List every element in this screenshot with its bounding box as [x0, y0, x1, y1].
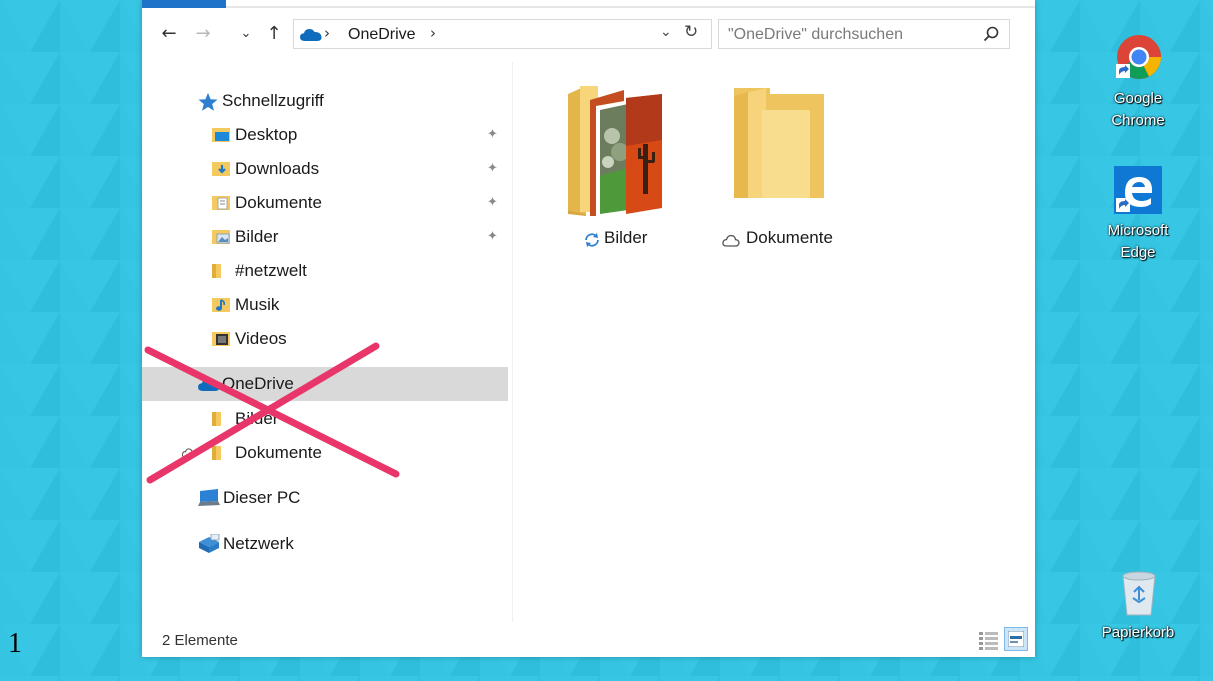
computer-icon [198, 489, 220, 506]
sidebar-item-label: Dokumente [235, 443, 322, 462]
refresh-button[interactable]: ↻ [684, 22, 698, 42]
large-icons-view-button[interactable] [1004, 627, 1028, 651]
item-count: 2 Elemente [162, 632, 238, 649]
chrome-icon [1116, 35, 1161, 79]
sidebar-item-label: Downloads [235, 159, 320, 178]
address-history-dropdown[interactable]: ⌄ [660, 24, 672, 40]
pictures-folder-icon [212, 230, 230, 244]
desktop-icon-recycle-bin[interactable]: Papierkorb [1088, 570, 1188, 650]
desktop-icon-chrome[interactable]: Google Chrome [1088, 30, 1188, 140]
up-button[interactable]: ↑ [262, 22, 286, 46]
onedrive-cloud-icon [300, 29, 322, 41]
sidebar-item-label: Desktop [235, 125, 298, 144]
edge-icon [1114, 166, 1162, 214]
onedrive-cloud-icon [198, 379, 220, 391]
pin-icon[interactable]: ✦ [487, 221, 498, 253]
sidebar-item-label: Schnellzugriff [222, 91, 324, 110]
sidebar-item-label: Bilder [235, 227, 279, 246]
pin-icon[interactable]: ✦ [487, 119, 498, 151]
sidebar-item-label: #netzwelt [235, 261, 307, 280]
folder-icon [212, 412, 221, 426]
sidebar-item-label: Musik [235, 295, 280, 314]
desktop-icon-label: Edge [1120, 244, 1156, 261]
pane-divider[interactable] [512, 62, 513, 622]
sidebar-item-label: OneDrive [222, 374, 294, 393]
large-icons-view-icon [1008, 631, 1024, 647]
back-button[interactable]: ← [157, 22, 181, 46]
breadcrumb-separator[interactable]: › [430, 24, 436, 42]
ribbon-divider [226, 6, 1035, 8]
sidebar-item-label: Bilder [235, 409, 279, 428]
cloud-status-icon [182, 448, 194, 458]
desktop-icon-edge[interactable]: Microsoft Edge [1088, 164, 1188, 274]
selected-row-highlight [142, 367, 508, 401]
music-folder-icon [212, 298, 230, 312]
pin-icon[interactable]: ✦ [487, 187, 498, 219]
sync-icon [585, 233, 599, 247]
recent-locations-button[interactable]: ⌄ [234, 22, 258, 46]
folder-icon [212, 264, 221, 278]
sidebar-item-label: Dieser PC [223, 488, 301, 507]
folder-label: Dokumente [746, 228, 833, 247]
page-number: 1 [8, 628, 22, 659]
forward-button[interactable]: → [191, 22, 215, 46]
breadcrumb-onedrive[interactable]: OneDrive [348, 26, 416, 44]
status-bar: 2 Elemente [142, 626, 1035, 654]
star-icon [198, 93, 218, 111]
file-explorer-window: ← → ⌄ ↑ › OneDrive › ⌄ ↻ "OneDrive" durc… [142, 0, 1035, 657]
documents-folder-icon [212, 196, 230, 210]
folder-icon [212, 446, 221, 460]
recycle-bin-icon [1122, 571, 1156, 616]
breadcrumb-separator[interactable]: › [324, 24, 330, 42]
details-view-icon[interactable] [978, 629, 1000, 651]
desktop-icon-label: Chrome [1111, 112, 1165, 129]
pictures-folder-thumbnail [568, 86, 662, 216]
folder-icon [734, 88, 824, 198]
desktop-icon-label: Papierkorb [1101, 624, 1175, 641]
videos-folder-icon [212, 332, 230, 346]
desktop-folder-icon [212, 128, 230, 142]
sidebar-item-label: Dokumente [235, 193, 322, 212]
search-placeholder: "OneDrive" durchsuchen [728, 26, 903, 43]
downloads-folder-icon [212, 162, 230, 176]
search-input[interactable]: "OneDrive" durchsuchen [718, 19, 1010, 49]
pin-icon[interactable]: ✦ [487, 153, 498, 185]
address-bar[interactable]: › OneDrive › ⌄ ↻ [293, 19, 712, 49]
desktop-icon-label: Microsoft [1107, 222, 1169, 239]
desktop-icon-label: Google [1113, 90, 1163, 107]
folder-tile-pictures[interactable]: Bilder [554, 72, 694, 247]
sidebar-item-label: Videos [235, 329, 287, 348]
folder-tile-documents[interactable]: Dokumente [712, 72, 852, 247]
navigation-bar: ← → ⌄ ↑ › OneDrive › ⌄ ↻ "OneDrive" durc… [142, 14, 1035, 54]
network-icon [199, 534, 220, 553]
sidebar-item-label: Netzwerk [223, 534, 294, 553]
content-pane: Bilder Dokumente [514, 62, 1035, 622]
cloud-icon [722, 234, 740, 247]
search-icon[interactable] [983, 26, 999, 42]
ribbon-tab-indicator [142, 0, 226, 8]
navigation-pane: Schnellzugriff Desktop ✦ Downloads ✦ Dok… [142, 62, 512, 622]
